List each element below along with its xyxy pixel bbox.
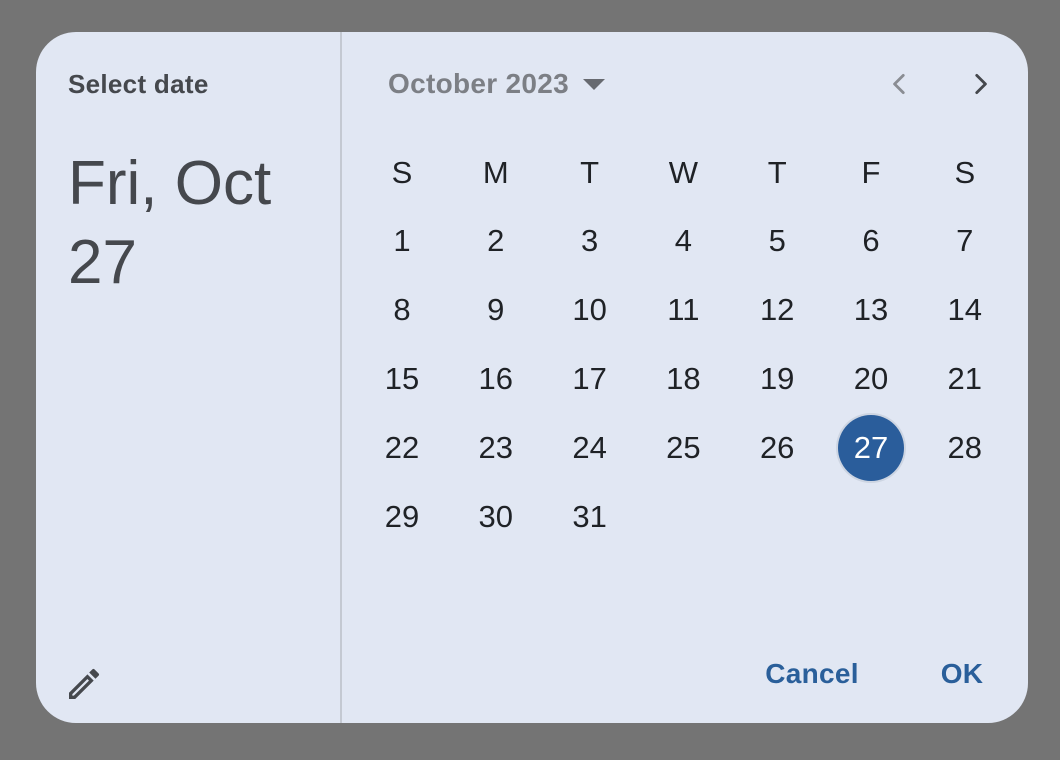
weekday-header: S: [391, 155, 413, 190]
chevron-right-icon: [975, 73, 987, 95]
day-cell[interactable]: 11: [650, 277, 716, 343]
day-cell[interactable]: 25: [650, 415, 716, 481]
selected-date-headline: Fri, Oct 27: [68, 149, 272, 297]
day-cell[interactable]: 24: [557, 415, 623, 481]
day-cell[interactable]: 10: [557, 277, 623, 343]
day-cell[interactable]: 8: [369, 277, 435, 343]
day-cell[interactable]: 28: [932, 415, 998, 481]
weekday-header: F: [861, 155, 881, 190]
day-cell[interactable]: 31: [557, 484, 623, 550]
day-cell[interactable]: 5: [744, 208, 810, 274]
day-cell[interactable]: 20: [838, 346, 904, 412]
pencil-icon: [69, 668, 100, 699]
previous-month-button[interactable]: [878, 62, 922, 106]
month-year-label: October 2023: [388, 68, 570, 99]
day-cell[interactable]: 9: [463, 277, 529, 343]
day-cell[interactable]: 6: [838, 208, 904, 274]
day-cell[interactable]: 15: [369, 346, 435, 412]
date-picker-dialog: Select date Fri, Oct 27 October 2023 S M T…: [36, 32, 1028, 723]
month-year-selector[interactable]: October 2023: [388, 64, 606, 104]
day-cell[interactable]: 4: [650, 208, 716, 274]
caret-down-icon: [583, 78, 606, 90]
day-cell[interactable]: 17: [557, 346, 623, 412]
day-cell[interactable]: 26: [744, 415, 810, 481]
day-cell[interactable]: 22: [369, 415, 435, 481]
day-cell[interactable]: 30: [463, 484, 529, 550]
ok-button[interactable]: OK: [922, 652, 1002, 696]
day-cell[interactable]: 21: [932, 346, 998, 412]
weekday-header: M: [482, 155, 509, 190]
day-cell[interactable]: 3: [557, 208, 623, 274]
selected-day-cell[interactable]: 27: [838, 415, 904, 481]
day-cell[interactable]: 14: [932, 277, 998, 343]
day-cell[interactable]: 19: [744, 346, 810, 412]
day-cell[interactable]: 18: [650, 346, 716, 412]
day-cell[interactable]: 13: [838, 277, 904, 343]
date-header-pane: Select date Fri, Oct 27: [36, 32, 340, 723]
day-cell[interactable]: 16: [463, 346, 529, 412]
day-cell[interactable]: 7: [932, 208, 998, 274]
dialog-label: Select date: [68, 69, 209, 99]
calendar-pane: October 2023 S M T W T F S 1 2 3 4 5 6 7 8 9 10 11 12 13 14 1…: [342, 32, 1028, 723]
weekday-header: S: [954, 155, 976, 190]
cancel-button[interactable]: Cancel: [752, 652, 872, 696]
weekday-header: T: [580, 155, 600, 190]
edit-input-mode-button[interactable]: [62, 662, 106, 706]
day-cell[interactable]: 29: [369, 484, 435, 550]
chevron-left-icon: [893, 73, 905, 95]
day-cell[interactable]: 2: [463, 208, 529, 274]
next-month-button[interactable]: [958, 62, 1002, 106]
weekday-header: T: [767, 155, 787, 190]
weekday-header: W: [668, 155, 699, 190]
day-cell[interactable]: 23: [463, 415, 529, 481]
day-cell[interactable]: 12: [744, 277, 810, 343]
day-cell[interactable]: 1: [369, 208, 435, 274]
